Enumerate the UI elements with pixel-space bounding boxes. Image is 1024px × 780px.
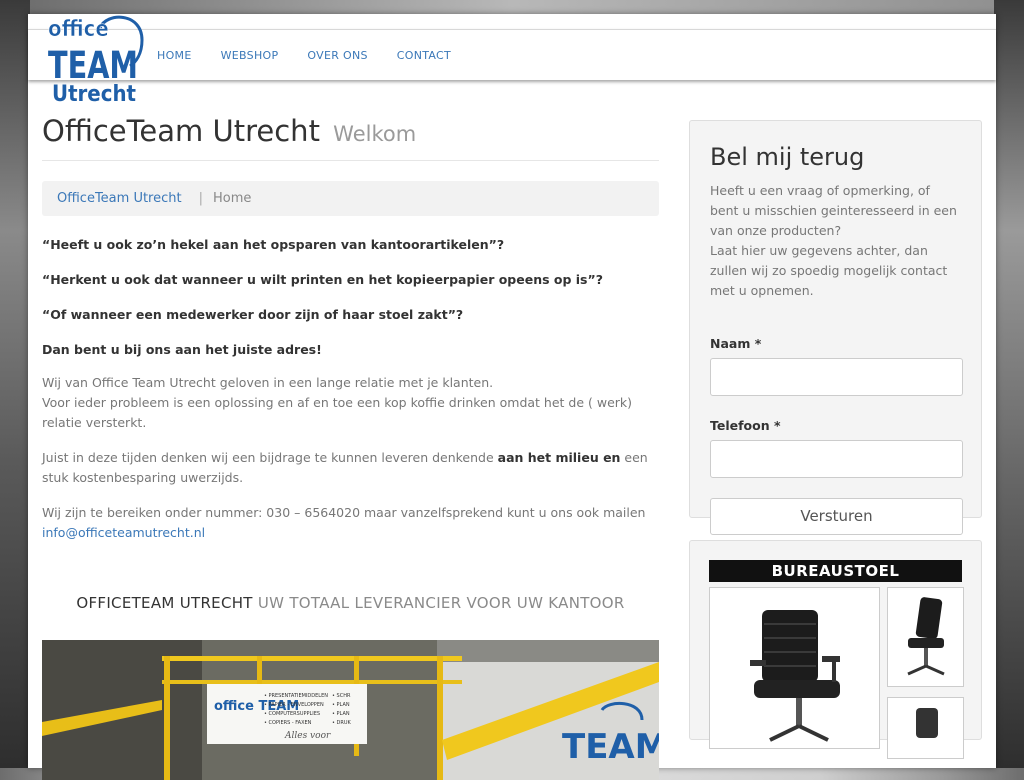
callback-intro: Heeft u een vraag of opmerking, of bent …: [710, 181, 961, 301]
nav-home[interactable]: HOME: [157, 49, 192, 62]
page-container: office TEAM Utrecht HOME WEBSHOP OVER ON…: [28, 14, 996, 780]
callback-intro-line-1: Heeft u een vraag of opmerking, of bent …: [710, 183, 957, 238]
sidebar: Bel mij terug Heeft u een vraag of opmer…: [689, 120, 982, 759]
top-navbar: HOME WEBSHOP OVER ONS CONTACT: [28, 29, 996, 80]
breadcrumb-separator: |: [198, 191, 203, 206]
email-link[interactable]: info@officeteamutrecht.nl: [42, 525, 205, 540]
chair-thumbnail-icon: [907, 597, 945, 676]
background-right: [994, 0, 1024, 768]
nav-over-ons[interactable]: OVER ONS: [307, 49, 367, 62]
product-image-main[interactable]: [709, 587, 880, 749]
name-input[interactable]: [710, 358, 963, 396]
title-divider: [42, 160, 659, 161]
nav-webshop[interactable]: WEBSHOP: [221, 49, 279, 62]
main-nav: HOME WEBSHOP OVER ONS CONTACT: [157, 30, 480, 80]
product-widget: BUREAUSTOEL: [689, 540, 982, 759]
slogan: OFFICETEAM UTRECHT UW TOTAAL LEVERANCIER…: [42, 594, 659, 612]
page-title-main: OfficeTeam Utrecht: [42, 114, 320, 148]
page-title: OfficeTeam Utrecht Welkom: [42, 114, 659, 151]
intro-line-1: Wij van Office Team Utrecht geloven in e…: [42, 375, 494, 390]
sign-item-5: • SCHR: [332, 693, 351, 699]
environment-paragraph: Juist in deze tijden denken wij een bijd…: [42, 448, 659, 488]
product-banner: BUREAUSTOEL: [709, 560, 962, 582]
environment-bold: aan het milieu en: [497, 450, 621, 465]
product-thumbnail-2[interactable]: [887, 697, 964, 759]
product-thumbnail-1[interactable]: [887, 587, 964, 687]
callback-form: Bel mij terug Heeft u een vraag of opmer…: [689, 120, 982, 535]
slogan-company: OFFICETEAM UTRECHT: [76, 594, 253, 612]
chair-icon: [750, 610, 840, 742]
breadcrumb-current: Home: [212, 191, 252, 206]
intro-line-2: Voor ieder probleem is een oplossing en …: [42, 395, 633, 430]
callback-intro-line-2: Laat hier uw gegevens achter, dan zullen…: [710, 243, 948, 298]
store-photo-graphic: office TEAM • PRESENTATIEMIDDELEN • PAPI…: [42, 640, 659, 780]
sign-item-8: • DRUK: [332, 720, 352, 726]
contact-text: Wij zijn te bereiken onder nummer: 030 –…: [42, 505, 646, 520]
page-subtitle: Welkom: [333, 122, 417, 146]
sign-item-6: • PLAN: [332, 702, 350, 708]
wall-logo-text: TEAM: [562, 727, 659, 767]
breadcrumb-link-home[interactable]: OfficeTeam Utrecht: [57, 191, 182, 206]
phone-label: Telefoon *: [710, 418, 781, 433]
background-left: [0, 0, 30, 768]
logo-line1: office: [48, 17, 109, 42]
main-content: OfficeTeam Utrecht Welkom OfficeTeam Utr…: [42, 114, 659, 780]
contact-paragraph: Wij zijn te bereiken onder nummer: 030 –…: [42, 503, 659, 543]
logo-line2: TEAM: [48, 44, 138, 87]
sign-tagline: Alles voor: [284, 731, 331, 741]
submit-button[interactable]: Versturen: [710, 498, 963, 535]
callback-title: Bel mij terug: [710, 143, 865, 171]
sign-item-3: • COMPUTERSUPPLIES: [264, 711, 320, 717]
environment-text-1: Juist in deze tijden denken wij een bijd…: [42, 450, 498, 465]
question-3: “Of wanneer een medewerker door zijn of …: [42, 307, 464, 322]
question-1: “Heeft u ook zo’n hekel aan het opsparen…: [42, 237, 505, 252]
sign-item-7: • PLAN: [332, 711, 350, 717]
logo-graphic: office TEAM Utrecht: [48, 15, 144, 107]
background-top: [0, 0, 1024, 14]
store-photo: office TEAM • PRESENTATIEMIDDELEN • PAPI…: [42, 640, 659, 780]
logo-line3: Utrecht: [52, 82, 136, 106]
breadcrumb: OfficeTeam Utrecht | Home: [42, 181, 659, 216]
sign-item-2: • PAPIER - ENVELOPPEN: [264, 702, 324, 708]
phone-input[interactable]: [710, 440, 963, 478]
intro-paragraph: Wij van Office Team Utrecht geloven in e…: [42, 373, 659, 433]
question-4: Dan bent u bij ons aan het juiste adres!: [42, 342, 322, 357]
nav-contact[interactable]: CONTACT: [397, 49, 451, 62]
sign-item-4: • COPIERS - FAXEN: [264, 720, 312, 726]
slogan-tagline: UW TOTAAL LEVERANCIER VOOR UW KANTOOR: [257, 594, 625, 612]
sign-item-1: • PRESENTATIEMIDDELEN: [264, 693, 328, 699]
site-logo[interactable]: office TEAM Utrecht: [46, 14, 144, 107]
chair-thumbnail-icon-2: [916, 708, 938, 738]
name-label: Naam *: [710, 336, 762, 351]
question-2: “Herkent u ook dat wanneer u wilt printe…: [42, 272, 603, 287]
